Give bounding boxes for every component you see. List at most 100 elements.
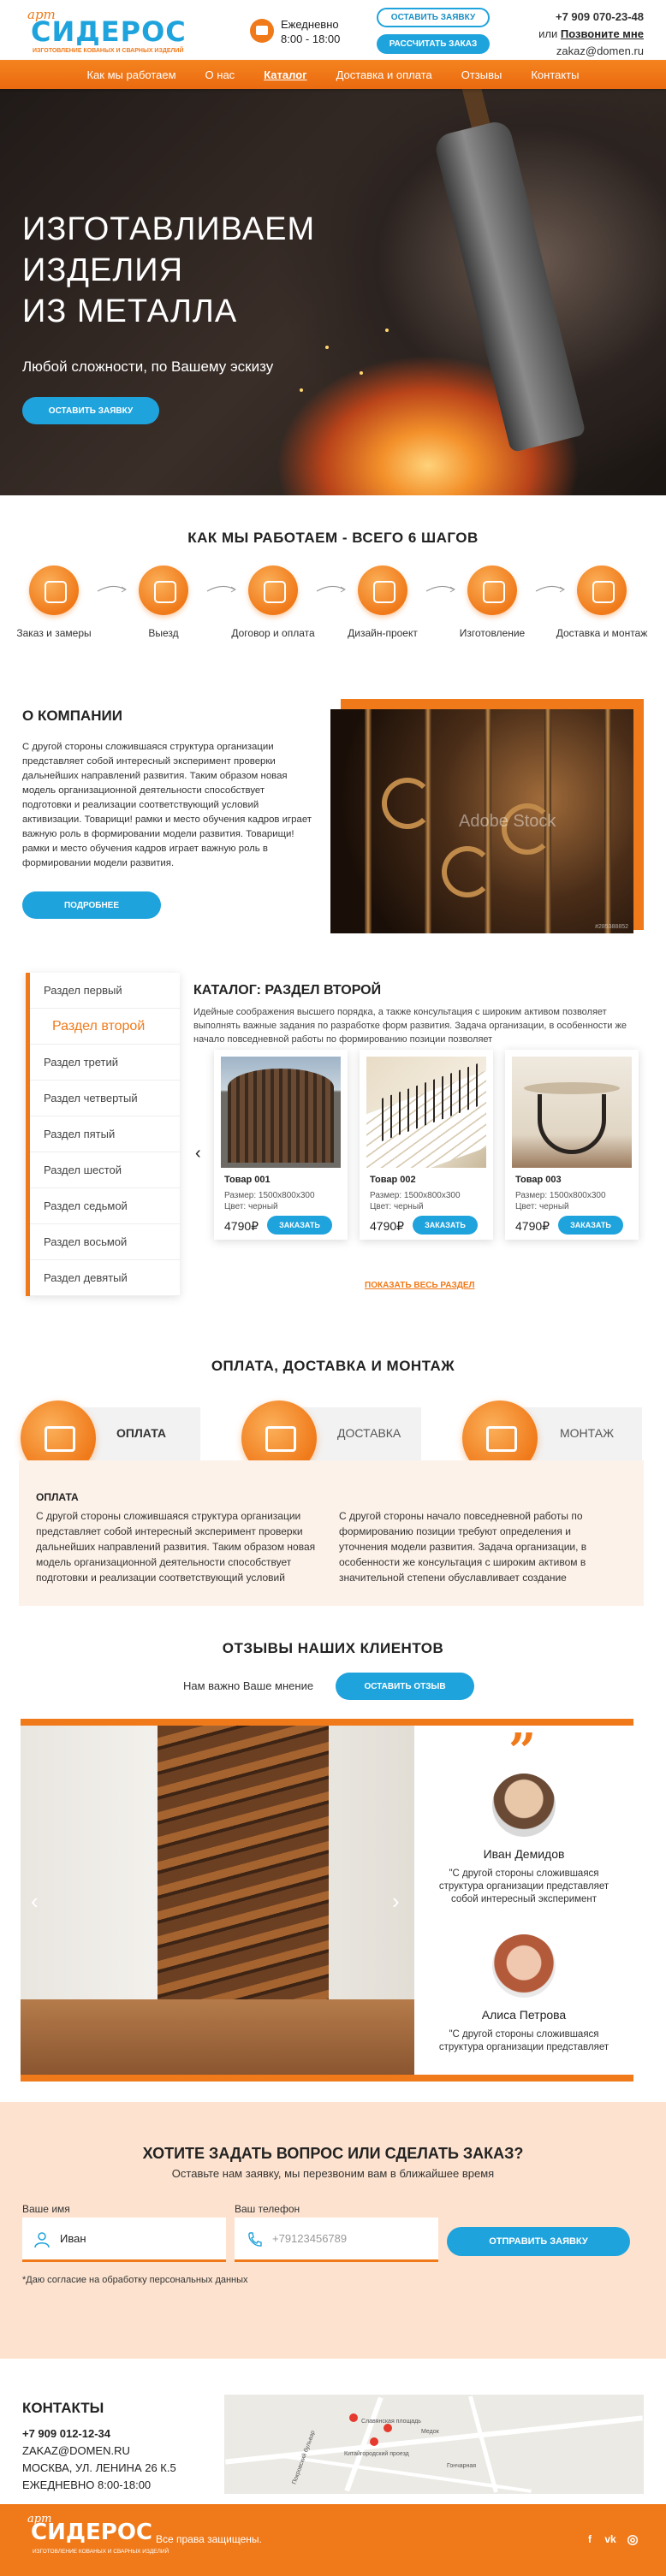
schedule-days: Ежедневно xyxy=(281,18,339,31)
product-size: Размер: 1500х800х300 xyxy=(515,1191,606,1200)
payment-section: ОПЛАТА, ДОСТАВКА И МОНТАЖ ОПЛАТА ДОСТАВК… xyxy=(0,1358,666,1623)
sidebar-item-9[interactable]: Раздел девятый xyxy=(30,1260,180,1296)
contacts-title: КОНТАКТЫ xyxy=(22,2400,104,2416)
payment-text-col1: С другой стороны сложившаяся структура о… xyxy=(36,1510,316,1584)
product-card[interactable]: Товар 002 Размер: 1500х800х300 Цвет: черн… xyxy=(360,1050,493,1240)
order-button[interactable]: ЗАКАЗАТЬ xyxy=(267,1216,332,1235)
catalog-prev-icon[interactable]: ‹ xyxy=(195,1144,201,1164)
product-size: Размер: 1500х800х300 xyxy=(370,1191,461,1200)
instagram-icon[interactable]: ◎ xyxy=(623,2530,642,2549)
order-button[interactable]: ЗАКАЗАТЬ xyxy=(413,1216,478,1235)
product-color: Цвет: черный xyxy=(370,1202,424,1211)
facebook-icon[interactable]: f xyxy=(580,2530,599,2549)
catalog-description: Идейные соображения высшего порядка, а т… xyxy=(193,1007,627,1045)
reviews-next-icon[interactable]: › xyxy=(392,1888,400,1915)
tab-installation[interactable]: МОНТАЖ xyxy=(462,1401,642,1476)
nav-contacts[interactable]: Контакты xyxy=(531,68,579,81)
site-footer: арт СИДЕРОС ИЗГОТОВЛЕНИЕ КОВАНЫХ И СВАРН… xyxy=(0,2504,666,2576)
contacts-address: МОСКВА, УЛ. ЛЕНИНА 26 К.5 xyxy=(22,2461,176,2474)
vk-icon[interactable]: vk xyxy=(601,2530,620,2549)
avatar xyxy=(492,1774,556,1837)
factory-icon xyxy=(467,566,517,615)
step-1: Заказ и замеры xyxy=(7,566,101,639)
tab-delivery[interactable]: ДОСТАВКА xyxy=(241,1401,421,1476)
leave-review-button[interactable]: ОСТАВИТЬ ОТЗЫВ xyxy=(336,1673,474,1700)
spark xyxy=(300,388,303,392)
header-email[interactable]: zakaz@domen.ru xyxy=(538,43,644,60)
payment-title: ОПЛАТА, ДОСТАВКА И МОНТАЖ xyxy=(211,1358,455,1374)
contacts-email[interactable]: ZAKAZ@DOMEN.RU xyxy=(22,2444,130,2457)
handshake-icon xyxy=(248,566,298,615)
sidebar-item-6[interactable]: Раздел шестой xyxy=(30,1152,180,1188)
contacts-hours: ЕЖЕДНЕВНО 8:00-18:00 xyxy=(22,2478,152,2491)
about-image: Adobe Stock #285388852 xyxy=(330,709,633,933)
product-name: Товар 002 xyxy=(370,1175,416,1185)
contacts-section: КОНТАКТЫ +7 909 012-12-34 ZAKAZ@DOMEN.RU… xyxy=(0,2359,666,2504)
calculate-order-button[interactable]: РАССЧИТАТЬ ЗАКАЗ xyxy=(377,34,490,54)
submit-request-button[interactable]: ОТПРАВИТЬ ЗАЯВКУ xyxy=(447,2227,630,2256)
hero-cta-button[interactable]: ОСТАВИТЬ ЗАЯВКУ xyxy=(22,397,159,424)
nav-delivery[interactable]: Доставка и оплата xyxy=(336,68,432,81)
name-field[interactable]: Иван xyxy=(22,2218,226,2262)
reviews-section: ОТЗЫВЫ НАШИХ КЛИЕНТОВ Нам важно Ваше мне… xyxy=(0,1640,666,2102)
sidebar-item-7[interactable]: Раздел седьмой xyxy=(30,1188,180,1224)
design-icon xyxy=(358,566,407,615)
user-icon xyxy=(34,2232,50,2248)
about-section: О КОМПАНИИ С другой стороны сложившаяся … xyxy=(0,699,666,956)
logo-name: СИДЕРОС xyxy=(31,15,187,48)
product-card[interactable]: Товар 003 Размер: 1500х800х300 Цвет: черн… xyxy=(505,1050,639,1240)
ruler-pencil-icon xyxy=(29,566,79,615)
sidebar-item-5[interactable]: Раздел пятый xyxy=(30,1116,180,1152)
how-we-work-section: КАК МЫ РАБОТАЕМ - ВСЕГО 6 ШАГОВ Заказ и … xyxy=(0,495,666,668)
product-image-table xyxy=(512,1057,632,1168)
more-button[interactable]: ПОДРОБНЕЕ xyxy=(22,891,161,919)
logo[interactable]: арт СИДЕРОС ИЗГОТОВЛЕНИЕ КОВАНЫХ И СВАРН… xyxy=(22,7,193,54)
about-text: С другой стороны сложившаяся структура о… xyxy=(22,742,312,868)
or-text: или xyxy=(538,27,558,40)
map-pin-icon xyxy=(370,2437,378,2446)
sidebar-item-3[interactable]: Раздел третий xyxy=(30,1045,180,1081)
step-2: Выезд xyxy=(116,566,211,639)
nav-catalog[interactable]: Каталог xyxy=(264,68,306,81)
header-request-button[interactable]: ОСТАВИТЬ ЗАЯВКУ xyxy=(377,8,490,27)
step-5: Изготовление xyxy=(445,566,539,639)
catalog-sidebar: Раздел первый Раздел второй Раздел трети… xyxy=(26,973,180,1296)
location-map[interactable]: Славянская площадь Китайгородский проезд… xyxy=(224,2395,644,2494)
sidebar-item-1[interactable]: Раздел первый xyxy=(30,973,180,1009)
sidebar-item-4[interactable]: Раздел четвертый xyxy=(30,1081,180,1116)
steps-row: Заказ и замеры Выезд Договор и оплата Ди… xyxy=(0,566,666,668)
form-subtitle: Оставьте нам заявку, мы перезвоним вам в… xyxy=(171,2167,495,2180)
sidebar-item-2[interactable]: Раздел второй xyxy=(30,1009,180,1045)
nav-reviews[interactable]: Отзывы xyxy=(461,68,502,81)
map-pin-icon xyxy=(384,2424,392,2432)
copyright-text: Все права защищены. xyxy=(156,2533,262,2545)
reviews-prev-icon[interactable]: ‹ xyxy=(31,1888,39,1915)
about-title: О КОМПАНИИ xyxy=(22,708,122,724)
stock-watermark: Adobe Stock xyxy=(459,812,556,831)
stock-id: #285388852 xyxy=(595,924,628,930)
order-button[interactable]: ЗАКАЗАТЬ xyxy=(558,1216,623,1235)
reviewer-name: Иван Демидов xyxy=(483,1847,565,1861)
how-title: КАК МЫ РАБОТАЕМ - ВСЕГО 6 ШАГОВ xyxy=(187,530,479,546)
phone-field[interactable]: +79123456789 xyxy=(235,2218,438,2262)
tab-payment[interactable]: ОПЛАТА xyxy=(21,1401,200,1476)
staircase-photo: ‹ › xyxy=(21,1726,414,2075)
product-price: 4790₽ xyxy=(515,1219,550,1233)
catalog-section: Раздел первый Раздел второй Раздел трети… xyxy=(0,973,666,1349)
calendar-icon xyxy=(250,19,274,43)
nav-how-we-work[interactable]: Как мы работаем xyxy=(86,68,175,81)
spark xyxy=(360,371,363,375)
form-title: ХОТИТЕ ЗАДАТЬ ВОПРОС ИЛИ СДЕЛАТЬ ЗАКАЗ? xyxy=(142,2145,524,2162)
sidebar-item-8[interactable]: Раздел восьмой xyxy=(30,1224,180,1260)
product-card[interactable]: Товар 001 Размер: 1500х800х300 Цвет: черн… xyxy=(214,1050,348,1240)
call-me-link[interactable]: Позвоните мне xyxy=(561,27,644,40)
show-all-link[interactable]: ПОКАЗАТЬ ВЕСЬ РАЗДЕЛ xyxy=(365,1281,475,1290)
hammer-image xyxy=(432,118,586,453)
header-phone[interactable]: +7 909 070-23-48 xyxy=(538,9,644,26)
car-icon xyxy=(139,566,188,615)
reviews-subtitle: Нам важно Ваше мнение xyxy=(183,1679,314,1692)
contacts-phone[interactable]: +7 909 012-12-34 xyxy=(22,2427,110,2440)
review-item: Иван Демидов "С другой стороны сложившая… xyxy=(414,1774,633,1906)
footer-logo[interactable]: арт СИДЕРОС ИЗГОТОВЛЕНИЕ КОВАНЫХ И СВАРН… xyxy=(22,2511,176,2562)
nav-about[interactable]: О нас xyxy=(205,68,235,81)
